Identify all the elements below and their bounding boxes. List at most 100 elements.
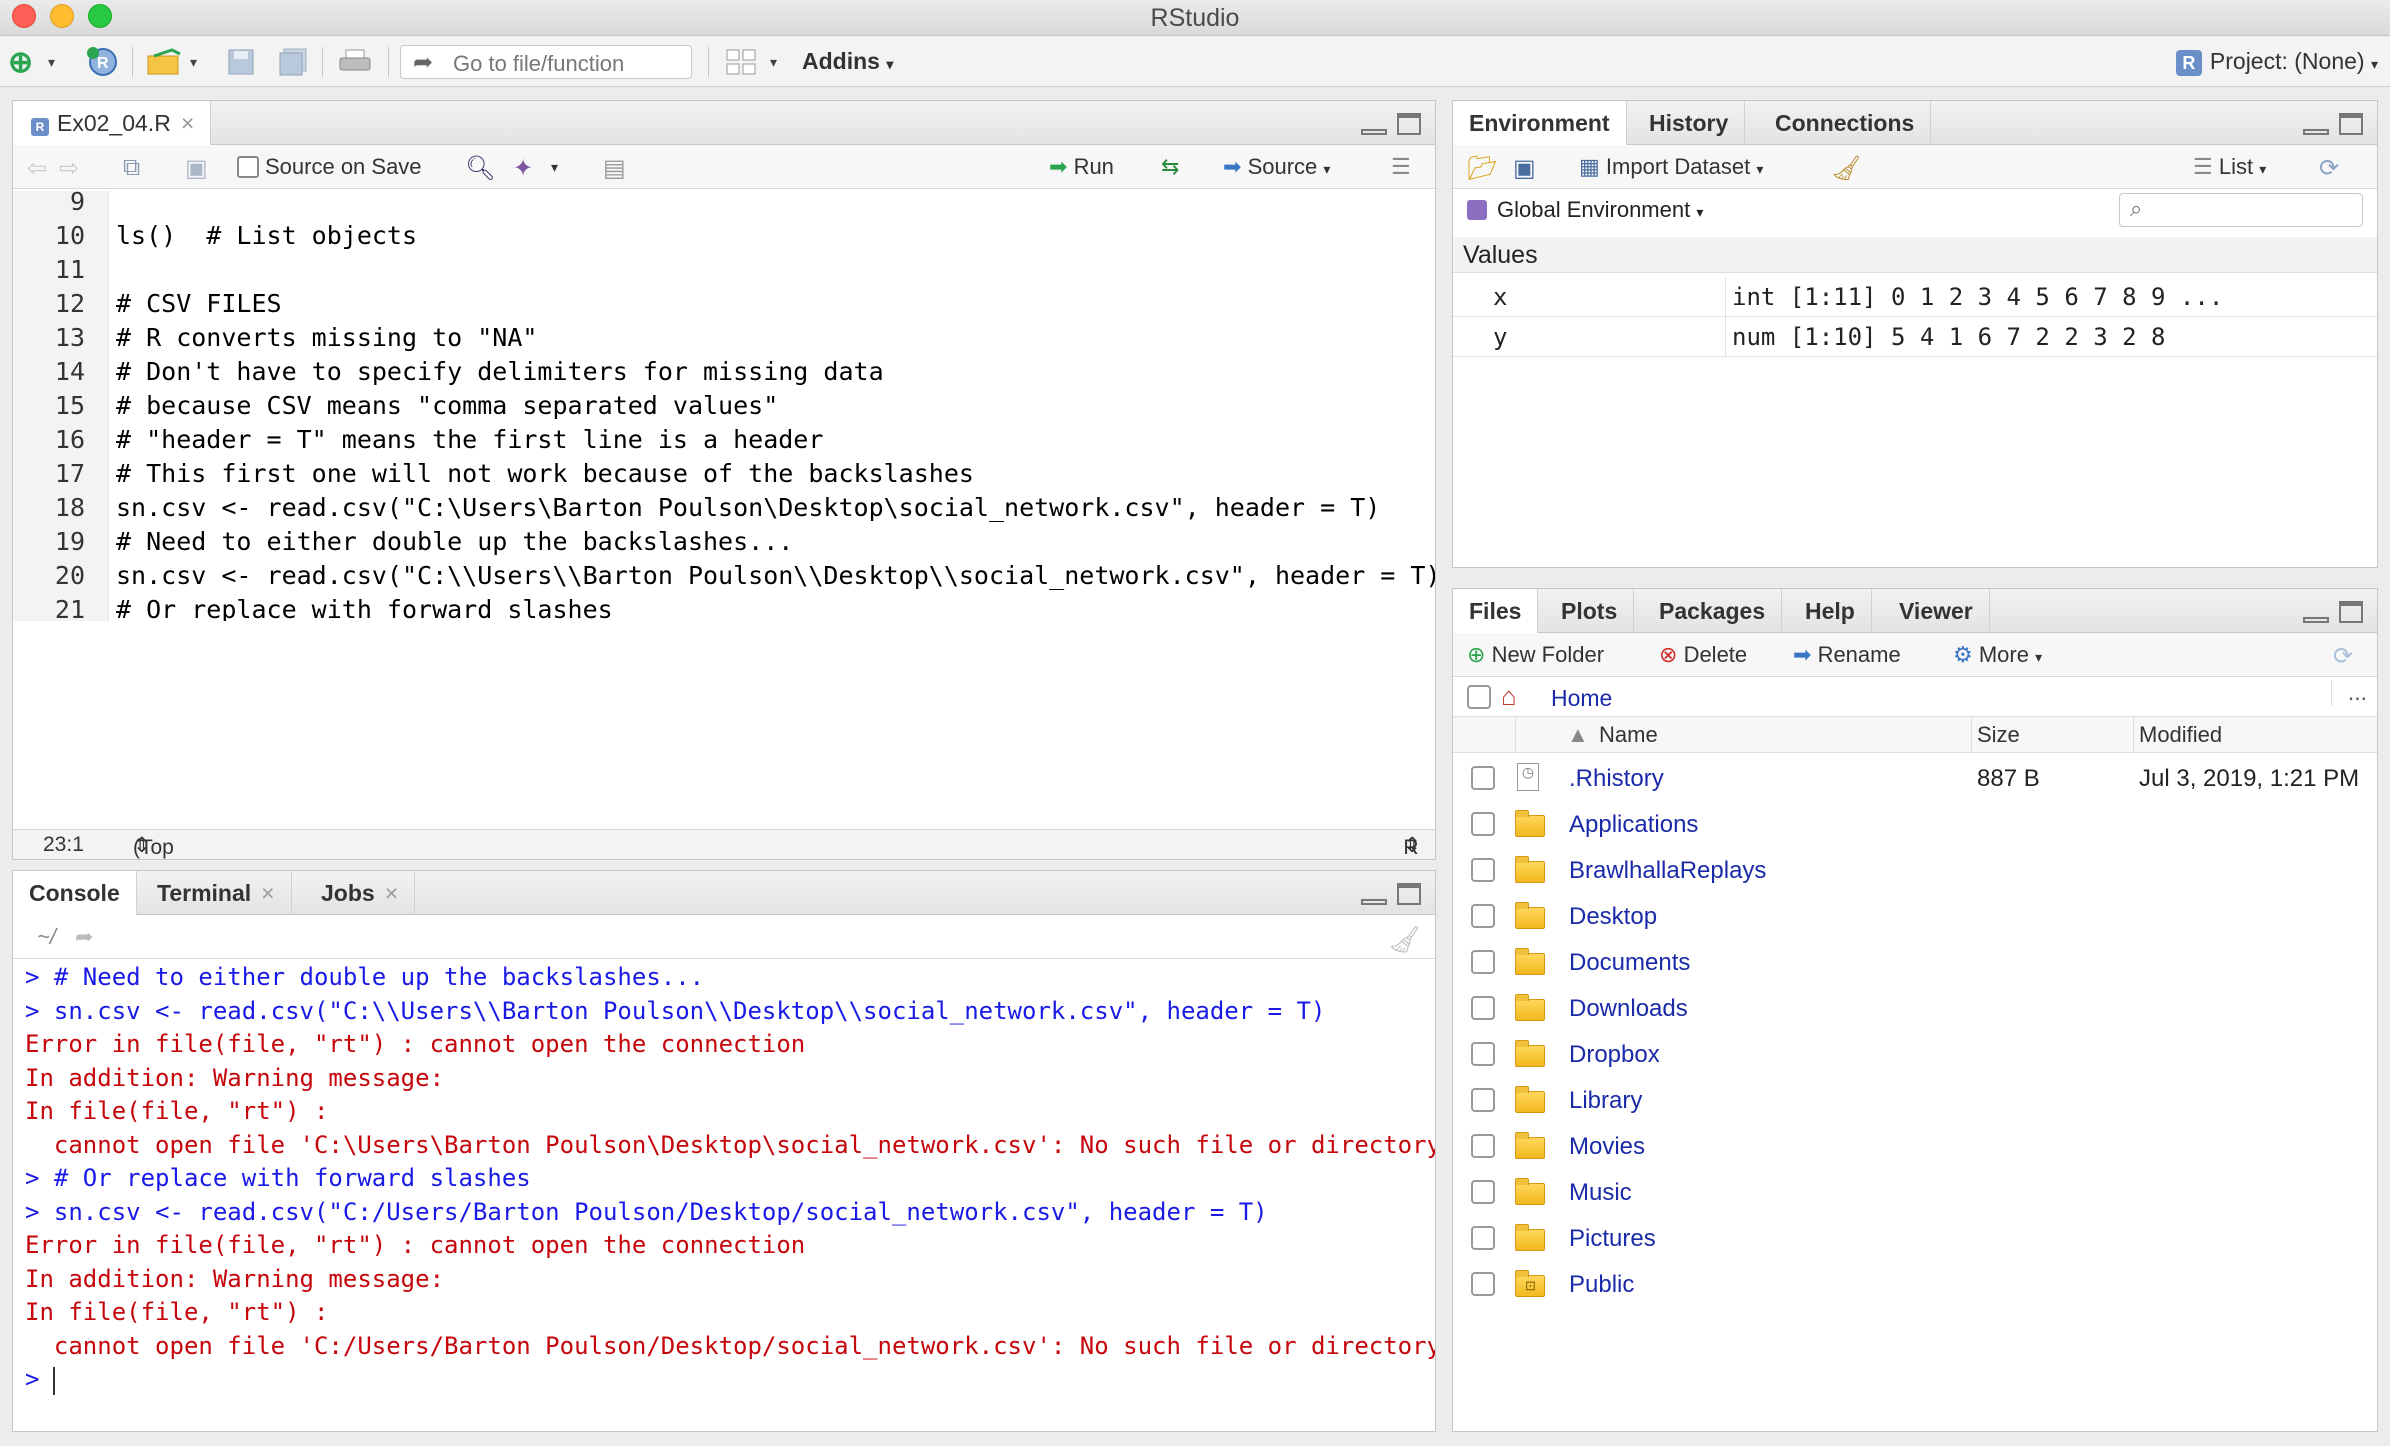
file-checkbox[interactable] — [1471, 950, 1495, 974]
file-row[interactable]: Applications — [1453, 801, 2377, 847]
compile-report-icon[interactable]: ▤ — [603, 154, 626, 183]
file-name[interactable]: Desktop — [1569, 903, 1657, 931]
save-all-icon[interactable] — [278, 47, 310, 77]
new-file-icon[interactable]: ⊕ — [8, 46, 33, 79]
rerun-icon[interactable]: ⇆ — [1161, 154, 1179, 180]
minimize-pane-icon[interactable] — [2303, 129, 2329, 135]
file-checkbox[interactable] — [1471, 766, 1495, 790]
environment-search-input[interactable]: ⌕ — [2119, 193, 2363, 227]
new-folder-button[interactable]: ⊕ New Folder — [1467, 642, 1604, 668]
pane-layout-icon[interactable] — [724, 47, 758, 77]
file-row[interactable]: Desktop — [1453, 893, 2377, 939]
clear-environment-broom-icon[interactable]: 🧹︎ — [1831, 154, 1861, 183]
clear-console-broom-icon[interactable]: 🧹︎ — [1388, 924, 1421, 955]
source-button[interactable]: ➡ Source ▾ — [1223, 154, 1330, 180]
file-name[interactable]: Music — [1569, 1179, 1632, 1207]
close-tab-icon[interactable]: × — [181, 110, 194, 136]
file-name[interactable]: Downloads — [1569, 995, 1688, 1023]
scope-selector[interactable]: (Top Level) ⇕ — [133, 833, 174, 859]
file-row[interactable]: Dropbox — [1453, 1031, 2377, 1077]
maximize-pane-icon[interactable] — [2339, 601, 2363, 623]
file-row[interactable]: Pictures — [1453, 1215, 2377, 1261]
column-size[interactable]: Size — [1977, 722, 2020, 748]
tab-files[interactable]: Files — [1453, 589, 1539, 634]
load-workspace-icon[interactable]: 📂︎ — [1467, 154, 1497, 183]
file-row[interactable]: BrawlhallaReplays — [1453, 847, 2377, 893]
file-row[interactable]: Documents — [1453, 939, 2377, 985]
code-area[interactable]: 9 10 ls() # List objects 11 12 # CSV FILES 13 #… — [13, 191, 1435, 621]
file-checkbox[interactable] — [1471, 996, 1495, 1020]
console-output[interactable]: > # Need to either double up the backsla… — [13, 961, 1435, 1431]
minimize-pane-icon[interactable] — [1361, 899, 1387, 905]
source-on-save-toggle[interactable]: Source on Save — [237, 154, 422, 180]
chevron-down-icon[interactable]: ▾ — [770, 47, 777, 77]
file-row[interactable]: Library — [1453, 1077, 2377, 1123]
column-modified[interactable]: Modified — [2139, 722, 2222, 748]
tab-history[interactable]: History — [1633, 101, 1746, 145]
back-arrow-icon[interactable]: ⇦ — [27, 154, 47, 183]
show-in-window-icon[interactable]: ⧉ — [123, 154, 140, 182]
tab-terminal[interactable]: Terminal × — [141, 871, 292, 915]
delete-button[interactable]: ⊗ Delete — [1659, 642, 1747, 668]
environment-scope-selector[interactable]: Global Environment ▾ — [1467, 197, 1703, 223]
tab-plots[interactable]: Plots — [1545, 589, 1635, 633]
file-row[interactable]: Movies — [1453, 1123, 2377, 1169]
tab-connections[interactable]: Connections — [1759, 101, 1932, 145]
open-file-icon[interactable] — [146, 47, 186, 77]
go-to-file-input[interactable]: ➦ Go to file/function — [400, 45, 692, 79]
tab-console[interactable]: Console — [13, 871, 137, 916]
file-name[interactable]: BrawlhallaReplays — [1569, 857, 1766, 885]
save-icon[interactable]: ▣ — [185, 154, 208, 183]
home-icon[interactable]: ⌂ — [1501, 681, 1517, 712]
run-button[interactable]: ➡ Run — [1049, 154, 1114, 180]
file-checkbox[interactable] — [1471, 858, 1495, 882]
source-on-save-checkbox[interactable] — [237, 156, 259, 178]
file-checkbox[interactable] — [1471, 1134, 1495, 1158]
tab-viewer[interactable]: Viewer — [1883, 589, 1990, 633]
file-name[interactable]: Movies — [1569, 1133, 1645, 1161]
refresh-icon[interactable]: ⟳ — [2333, 642, 2353, 671]
import-dataset-button[interactable]: ▦ Import Dataset ▾ — [1579, 154, 1763, 180]
file-checkbox[interactable] — [1471, 1272, 1495, 1296]
file-name[interactable]: Applications — [1569, 811, 1698, 839]
file-name[interactable]: .Rhistory — [1569, 765, 1664, 793]
print-icon[interactable] — [338, 47, 372, 77]
minimize-pane-icon[interactable] — [1361, 129, 1387, 135]
chevron-down-icon[interactable]: ▾ — [48, 47, 55, 77]
file-checkbox[interactable] — [1471, 812, 1495, 836]
env-value-row[interactable]: x int [1:11] 0 1 2 3 4 5 6 7 8 9 ... — [1453, 277, 2377, 317]
file-name[interactable]: Pictures — [1569, 1225, 1656, 1253]
project-menu[interactable]: R Project: (None) ▾ — [2175, 48, 2378, 76]
tab-help[interactable]: Help — [1789, 589, 1872, 633]
view-mode-selector[interactable]: ☰ List ▾ — [2193, 154, 2266, 180]
file-row[interactable]: Downloads — [1453, 985, 2377, 1031]
file-row[interactable]: ◷ .Rhistory 887 B Jul 3, 2019, 1:21 PM — [1453, 755, 2377, 801]
breadcrumb-home[interactable]: Home — [1551, 685, 1612, 712]
file-name[interactable]: Dropbox — [1569, 1041, 1660, 1069]
addins-menu[interactable]: Addins ▾ — [802, 48, 893, 75]
search-icon[interactable]: 🔍︎ — [465, 154, 495, 183]
file-checkbox[interactable] — [1471, 1088, 1495, 1112]
tab-environment[interactable]: Environment — [1453, 101, 1627, 146]
file-type-selector[interactable]: R Script ⇕ — [1403, 833, 1421, 859]
go-to-directory-icon[interactable]: ➦ — [75, 924, 93, 950]
code-tools-wand-icon[interactable]: ✦ — [513, 154, 533, 183]
file-checkbox[interactable] — [1471, 1226, 1495, 1250]
file-row[interactable]: Music — [1453, 1169, 2377, 1215]
save-workspace-icon[interactable]: ▣ — [1513, 154, 1536, 183]
file-checkbox[interactable] — [1471, 1042, 1495, 1066]
save-icon[interactable] — [226, 47, 256, 77]
tab-ex02-04[interactable]: R Ex02_04.R × — [13, 101, 212, 146]
chevron-down-icon[interactable]: ▾ — [551, 159, 558, 176]
tab-jobs[interactable]: Jobs × — [305, 871, 416, 915]
file-name[interactable]: Public — [1569, 1271, 1634, 1299]
maximize-pane-icon[interactable] — [1397, 883, 1421, 905]
close-tab-icon[interactable]: × — [261, 880, 274, 906]
new-project-icon[interactable]: R — [86, 47, 122, 77]
chevron-down-icon[interactable]: ▾ — [190, 47, 197, 77]
minimize-pane-icon[interactable] — [2303, 617, 2329, 623]
close-tab-icon[interactable]: × — [385, 880, 398, 906]
more-menu[interactable]: ⚙ More ▾ — [1953, 642, 2042, 668]
file-checkbox[interactable] — [1471, 1180, 1495, 1204]
file-name[interactable]: Library — [1569, 1087, 1642, 1115]
